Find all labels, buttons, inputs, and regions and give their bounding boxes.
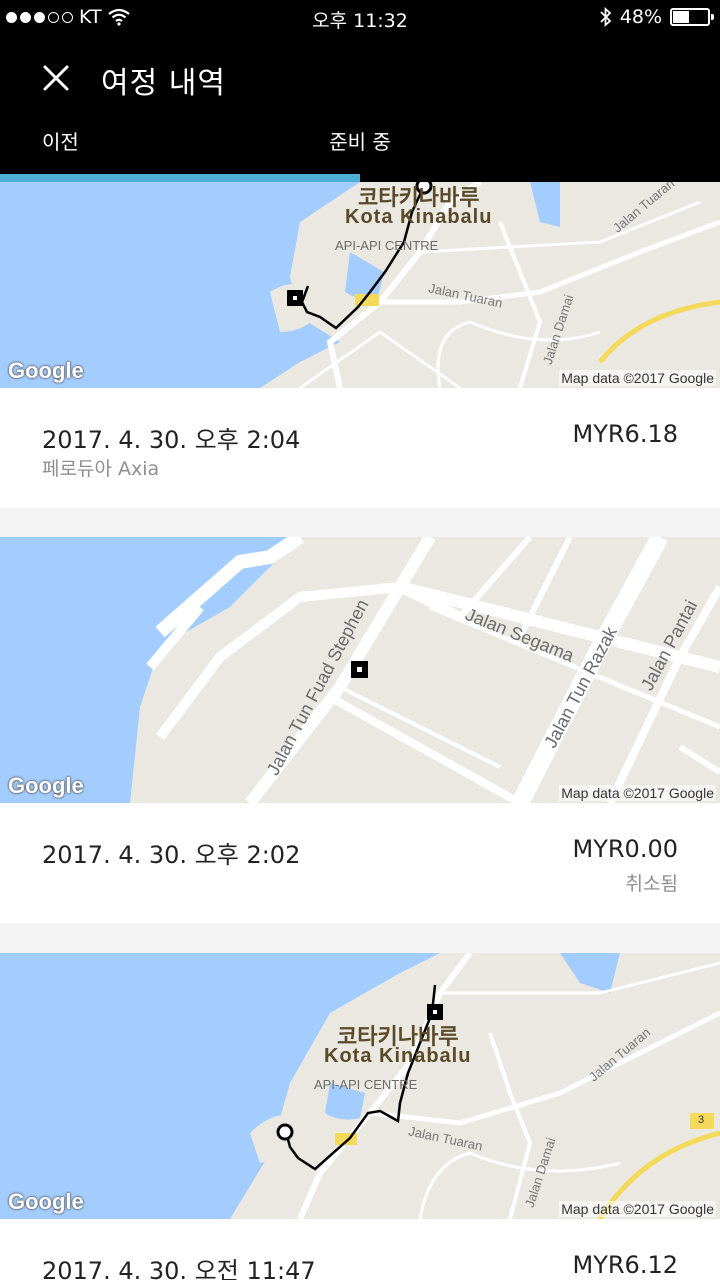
trip-date: 2017. 4. 30. 오전 11:47	[42, 1257, 316, 1280]
trip-info: 2017. 4. 30. 오후 2:04 MYR6.18 페로듀아 Axia	[0, 388, 720, 508]
bluetooth-icon	[600, 7, 612, 27]
trip-price: MYR0.00	[572, 835, 678, 863]
trip-map: 코타키나바루 Kota Kinabalu API-API CENTRE Jala…	[0, 953, 720, 1219]
battery-percent: 48%	[619, 6, 662, 28]
trip-card[interactable]: 코타키나바루 Kota Kinabalu API-API CENTRE Jala…	[0, 953, 720, 1280]
map-attribution: Map data ©2017 Google	[559, 785, 716, 801]
trip-price: MYR6.12	[572, 1251, 678, 1279]
status-bar: KT 오후 11:32 48%	[0, 0, 720, 36]
status-right: 48%	[600, 6, 714, 28]
trip-card[interactable]: Jalan Segama Jalan Tun Fuad Stephen Jala…	[0, 537, 720, 923]
tab-indicator	[0, 174, 360, 182]
trip-card[interactable]: 코타키나바루 Kota Kinabalu API-API CENTRE Jala…	[0, 182, 720, 508]
trip-info: 2017. 4. 30. 오전 11:47 MYR6.12	[0, 1219, 720, 1280]
trip-map: Jalan Segama Jalan Tun Fuad Stephen Jala…	[0, 537, 720, 803]
tab-past[interactable]: 이전	[42, 126, 79, 170]
map-poi-label: API-API CENTRE	[335, 238, 439, 253]
battery-icon	[670, 8, 714, 26]
map-poi-label: API-API CENTRE	[314, 1077, 418, 1092]
map-attribution: Map data ©2017 Google	[559, 370, 716, 386]
trip-vehicle: 페로듀아 Axia	[42, 458, 160, 480]
map-city-label-en: Kota Kinabalu	[345, 206, 493, 228]
page-title: 여정 내역	[101, 66, 226, 101]
google-logo: Google	[8, 1189, 84, 1214]
trip-map: 코타키나바루 Kota Kinabalu API-API CENTRE Jala…	[0, 182, 720, 388]
map-attribution: Map data ©2017 Google	[559, 1201, 716, 1217]
trip-info: 2017. 4. 30. 오후 2:02 MYR0.00 취소됨	[0, 803, 720, 923]
trip-date: 2017. 4. 30. 오후 2:02	[42, 841, 301, 869]
app-header: 여정 내역	[0, 36, 720, 120]
tab-upcoming-wrapper: 준비 중	[0, 126, 720, 170]
trip-date: 2017. 4. 30. 오후 2:04	[42, 426, 301, 454]
map-city-label-en: Kota Kinabalu	[324, 1045, 472, 1067]
close-button[interactable]	[36, 60, 76, 96]
trip-status: 취소됨	[625, 873, 678, 895]
google-logo: Google	[8, 358, 84, 383]
trip-price: MYR6.18	[572, 420, 678, 448]
tab-bar: 이전 준비 중	[0, 120, 720, 182]
tab-upcoming[interactable]: 준비 중	[329, 130, 391, 154]
google-logo: Google	[8, 773, 84, 798]
road-number-badge: 3	[698, 1114, 705, 1126]
close-icon	[43, 65, 69, 91]
